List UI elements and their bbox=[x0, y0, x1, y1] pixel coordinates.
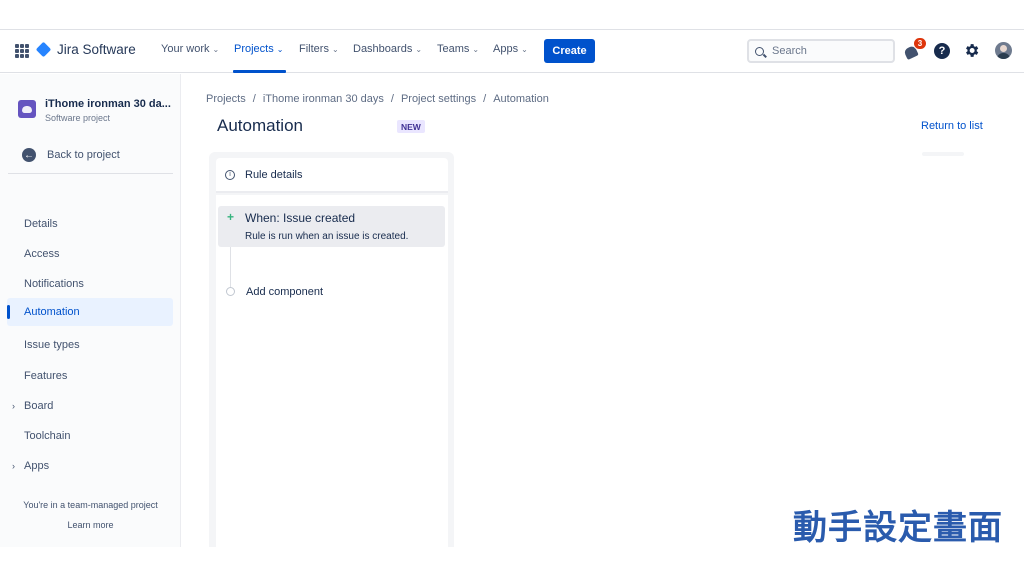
trigger-component[interactable]: + When: Issue created Rule is run when a… bbox=[218, 206, 445, 247]
sidebar-divider bbox=[8, 173, 173, 174]
chevron-down-icon: ⌄ bbox=[521, 44, 528, 54]
nav-label: Teams bbox=[437, 43, 470, 55]
chevron-down-icon: ⌄ bbox=[472, 44, 480, 54]
sidebar-item-details[interactable]: Details bbox=[7, 210, 173, 238]
sidebar-item-label: Automation bbox=[24, 306, 80, 318]
plus-icon: + bbox=[227, 210, 235, 224]
breadcrumb-automation[interactable]: Automation bbox=[493, 93, 549, 105]
project-sidebar: iThome ironman 30 da... Software project… bbox=[0, 74, 181, 547]
sidebar-item-board[interactable]: › Board bbox=[7, 392, 173, 420]
info-icon: i bbox=[225, 169, 235, 180]
search-input[interactable]: Search bbox=[747, 39, 895, 63]
back-to-project-button[interactable]: ← Back to project bbox=[22, 148, 120, 162]
nav-apps[interactable]: Apps ⌄ bbox=[493, 43, 528, 55]
sidebar-item-label: Board bbox=[24, 400, 54, 412]
sidebar-item-notifications[interactable]: Notifications bbox=[7, 270, 173, 298]
active-nav-indicator bbox=[233, 70, 286, 73]
nav-teams[interactable]: Teams ⌄ bbox=[437, 43, 479, 55]
nav-label: Your work bbox=[161, 43, 210, 55]
breadcrumb-project-settings[interactable]: Project settings bbox=[401, 93, 476, 105]
learn-more-link[interactable]: Learn more bbox=[0, 520, 181, 530]
nav-dashboards[interactable]: Dashboards ⌄ bbox=[353, 43, 422, 55]
search-icon bbox=[755, 46, 764, 56]
sidebar-item-apps[interactable]: › Apps bbox=[7, 452, 173, 480]
search-placeholder: Search bbox=[772, 45, 807, 57]
team-managed-note: You're in a team-managed project bbox=[23, 500, 158, 510]
project-type: Software project bbox=[45, 113, 111, 123]
sidebar-item-label: Details bbox=[24, 218, 58, 230]
breadcrumb-separator: / bbox=[390, 93, 394, 105]
chevron-down-icon: ⌄ bbox=[276, 44, 284, 54]
trigger-title: When: Issue created bbox=[245, 211, 356, 225]
app-frame: Jira Software Your work ⌄ Projects ⌄ Filte… bbox=[0, 30, 1024, 547]
chevron-down-icon: ⌄ bbox=[415, 44, 423, 54]
rule-connector-line bbox=[230, 247, 231, 287]
top-navigation: Jira Software Your work ⌄ Projects ⌄ Filte… bbox=[0, 30, 1024, 73]
chevron-right-icon: › bbox=[12, 401, 15, 411]
placeholder-bar bbox=[922, 152, 964, 156]
nav-label: Dashboards bbox=[353, 43, 413, 55]
nav-your-work[interactable]: Your work ⌄ bbox=[161, 43, 219, 55]
page-title: Automation bbox=[217, 116, 303, 135]
breadcrumb-project[interactable]: iThome ironman 30 days bbox=[263, 93, 384, 105]
sidebar-item-label: Notifications bbox=[24, 278, 84, 290]
help-icon[interactable]: ? bbox=[934, 43, 950, 59]
rule-chain-area bbox=[216, 195, 448, 547]
breadcrumb: Projects / iThome ironman 30 days / Project … bbox=[206, 93, 549, 105]
nav-label: Apps bbox=[493, 43, 519, 55]
sidebar-item-label: Features bbox=[24, 370, 68, 382]
chevron-right-icon: › bbox=[12, 461, 15, 471]
create-button[interactable]: Create bbox=[544, 39, 595, 63]
back-label: Back to project bbox=[47, 149, 120, 161]
sidebar-item-issue-types[interactable]: Issue types bbox=[7, 331, 173, 359]
top-blank-band bbox=[0, 0, 1024, 30]
sidebar-item-label: Issue types bbox=[24, 339, 80, 351]
nav-label: Projects bbox=[234, 43, 274, 55]
notification-count-badge: 3 bbox=[913, 37, 927, 50]
return-to-list-link[interactable]: Return to list bbox=[921, 120, 983, 132]
add-component-dot bbox=[226, 287, 235, 296]
project-avatar bbox=[18, 100, 36, 118]
overlay-caption: 動手設定畫面 bbox=[793, 508, 1003, 547]
nav-label: Filters bbox=[299, 43, 329, 55]
sidebar-item-label: Apps bbox=[24, 460, 50, 472]
bottom-blank-band bbox=[0, 547, 1024, 576]
breadcrumb-projects[interactable]: Projects bbox=[206, 93, 246, 105]
nav-projects[interactable]: Projects ⌄ bbox=[234, 43, 283, 55]
chevron-down-icon: ⌄ bbox=[331, 44, 339, 54]
breadcrumb-separator: / bbox=[483, 93, 487, 105]
chevron-down-icon: ⌄ bbox=[212, 44, 220, 54]
back-arrow-icon: ← bbox=[22, 148, 36, 162]
sidebar-item-label: Access bbox=[24, 248, 60, 260]
rule-details-item[interactable]: i Rule details bbox=[216, 158, 448, 193]
profile-avatar[interactable] bbox=[995, 42, 1012, 59]
sidebar-item-label: Toolchain bbox=[24, 430, 71, 442]
sidebar-item-features[interactable]: Features bbox=[7, 362, 173, 390]
trigger-description: Rule is run when an issue is created. bbox=[245, 231, 409, 242]
product-name: Jira Software bbox=[57, 42, 136, 57]
new-badge: NEW bbox=[397, 120, 425, 133]
jira-logo[interactable]: Jira Software bbox=[35, 41, 136, 58]
rule-details-label: Rule details bbox=[245, 168, 303, 181]
sidebar-item-automation[interactable]: Automation bbox=[7, 298, 173, 326]
sidebar-item-toolchain[interactable]: Toolchain bbox=[7, 422, 173, 450]
settings-gear-icon[interactable] bbox=[963, 42, 980, 59]
jira-logo-icon bbox=[35, 41, 52, 58]
add-component-button[interactable]: Add component bbox=[246, 286, 323, 298]
project-name: iThome ironman 30 da... bbox=[45, 98, 171, 110]
app-switcher-icon[interactable] bbox=[15, 44, 29, 58]
nav-filters[interactable]: Filters ⌄ bbox=[299, 43, 339, 55]
breadcrumb-separator: / bbox=[252, 93, 256, 105]
sidebar-item-access[interactable]: Access bbox=[7, 240, 173, 268]
